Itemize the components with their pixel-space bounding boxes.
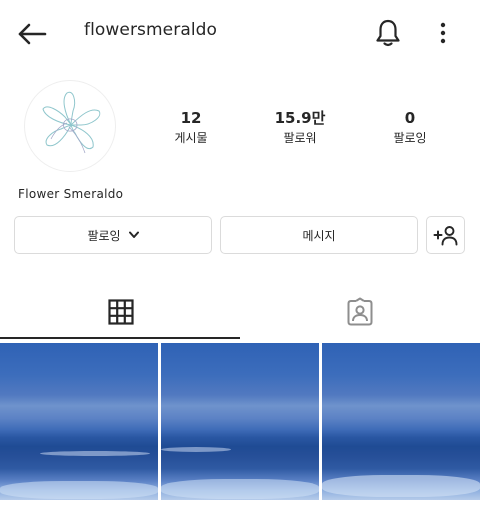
message-button-label: 메시지 [302, 228, 336, 243]
stat-value: 12 [180, 109, 202, 127]
wave-foam [161, 479, 319, 499]
profile-tabs [0, 290, 480, 340]
followers-count[interactable]: 15.9만 팔로워 [255, 108, 345, 147]
wave-foam [322, 475, 480, 497]
post-thumbnail[interactable] [0, 343, 158, 500]
wave-foam [0, 481, 158, 499]
more-options-button[interactable] [430, 17, 456, 49]
more-vertical-icon [440, 22, 446, 44]
stat-label: 팔로워 [283, 131, 317, 145]
add-person-icon [433, 226, 457, 246]
post-thumbnail[interactable] [161, 343, 319, 500]
tab-tagged[interactable] [345, 297, 375, 327]
notifications-button[interactable] [372, 17, 404, 49]
wave-foam [161, 447, 231, 452]
stat-label: 팔로잉 [393, 131, 427, 145]
tagged-person-icon [347, 297, 373, 326]
sea-photo [0, 343, 158, 500]
grid-icon [108, 299, 134, 325]
profile-username: flowersmeraldo [84, 20, 218, 40]
sea-photo [161, 343, 319, 500]
following-button[interactable]: 팔로잉 [14, 216, 212, 254]
tab-posts-grid[interactable] [106, 297, 136, 327]
top-bar: flowersmeraldo [0, 0, 480, 66]
stat-label: 게시물 [174, 131, 208, 145]
bell-icon [376, 19, 400, 47]
flower-logo [42, 91, 101, 154]
profile-display-name: Flower Smeraldo [18, 187, 124, 201]
message-button[interactable]: 메시지 [220, 216, 418, 254]
posts-count[interactable]: 12 게시물 [146, 108, 236, 147]
post-thumbnail[interactable] [322, 343, 480, 500]
active-tab-indicator [0, 337, 240, 339]
stat-value: 0 [404, 109, 416, 127]
following-button-label: 팔로잉 [87, 228, 121, 243]
suggest-people-button[interactable] [426, 216, 465, 254]
back-button[interactable] [16, 18, 48, 50]
following-count[interactable]: 0 팔로잉 [365, 108, 455, 147]
arrow-left-icon [18, 23, 47, 45]
profile-avatar[interactable] [24, 80, 116, 172]
stat-value: 15.9만 [274, 109, 326, 127]
chevron-down-icon [128, 229, 139, 242]
wave-foam [40, 451, 150, 456]
